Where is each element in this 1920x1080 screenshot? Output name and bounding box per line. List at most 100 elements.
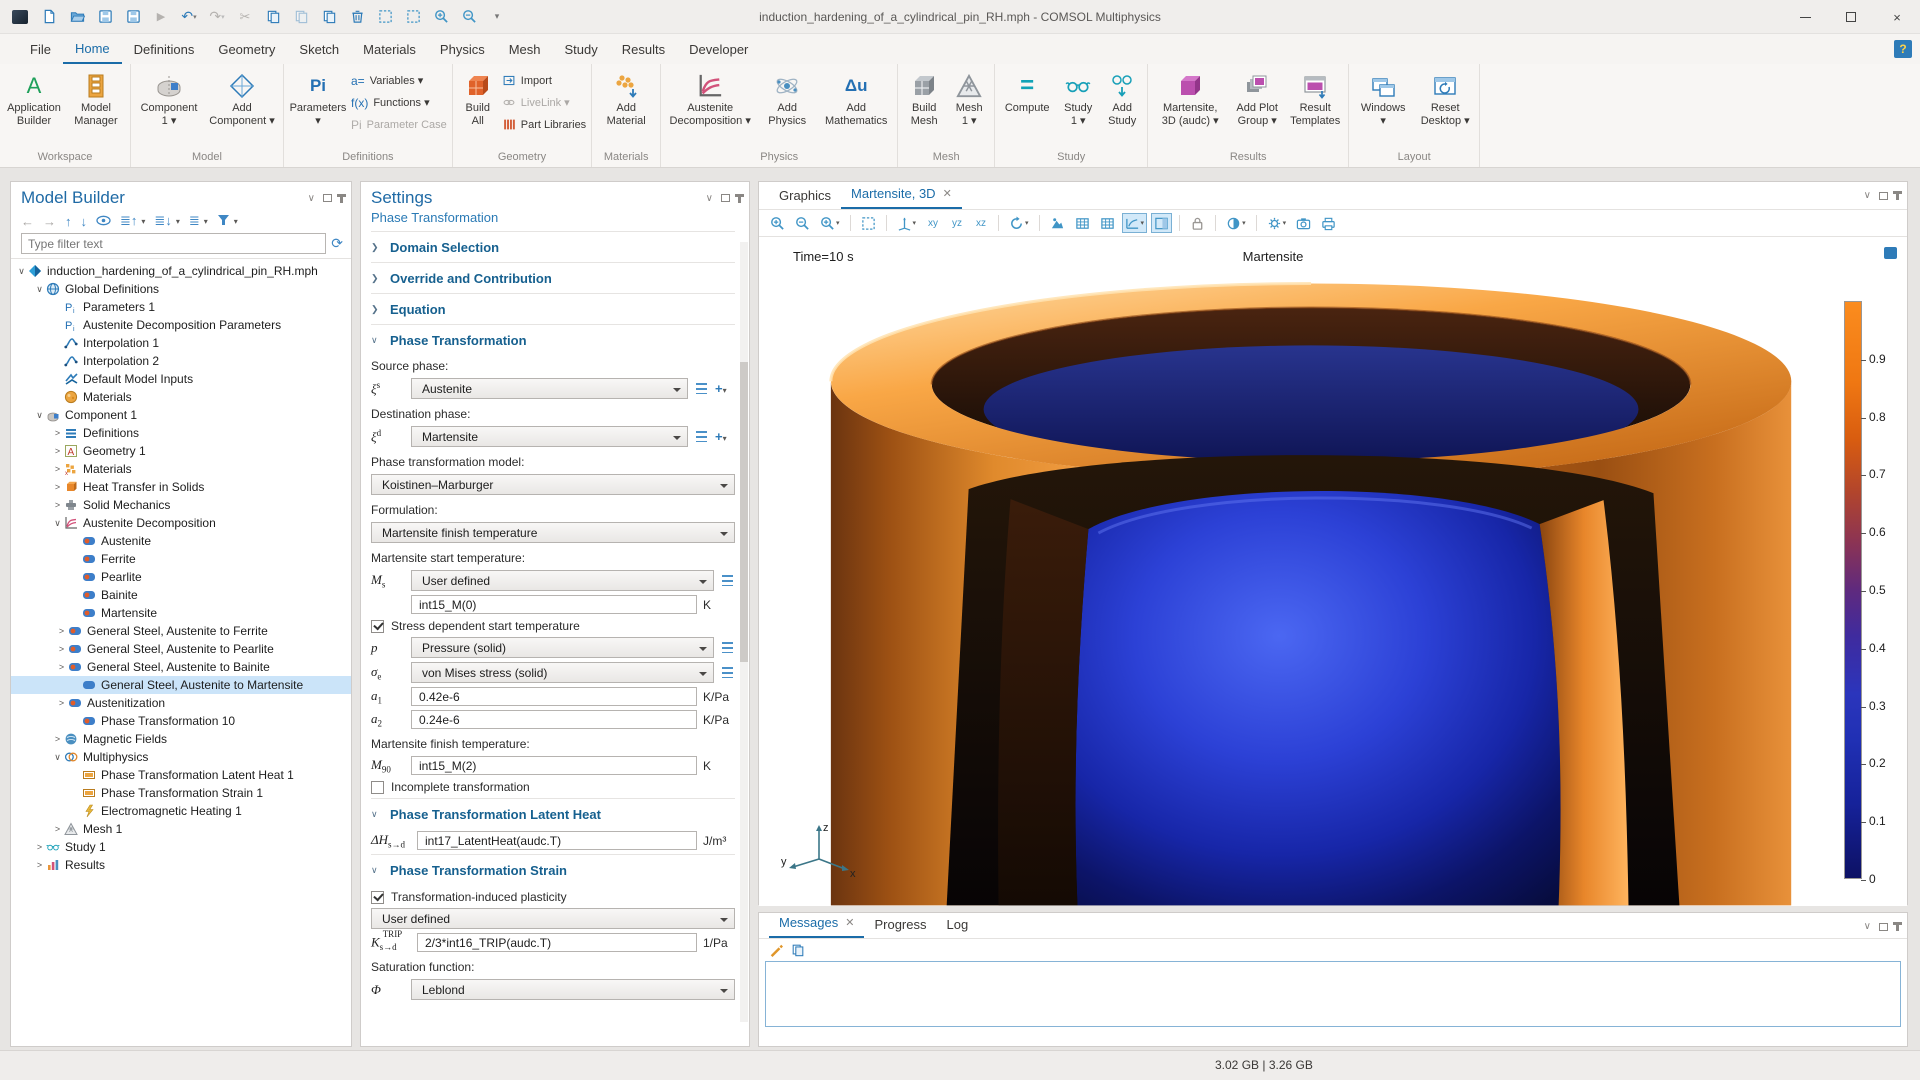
expand-icon[interactable]: ≣↓ (154, 213, 171, 229)
tree-filter-input[interactable] (21, 233, 326, 254)
tab-progress[interactable]: Progress (864, 912, 936, 938)
menu-physics[interactable]: Physics (428, 34, 497, 64)
tree-item[interactable]: >General Steel, Austenite to Ferrite (11, 622, 351, 640)
zoom-out-icon[interactable] (792, 213, 813, 233)
tree-item-root[interactable]: ∨induction_hardening_of_a_cylindrical_pi… (11, 262, 351, 280)
go-to-source-icon[interactable] (694, 382, 709, 395)
copy-messages-icon[interactable] (791, 943, 805, 957)
tree-item[interactable]: >Mesh 1 (11, 820, 351, 838)
float-panel-icon[interactable] (1879, 923, 1888, 931)
paste-icon[interactable] (290, 7, 312, 27)
tab-graphics[interactable]: Graphics (769, 183, 841, 209)
grid-icon[interactable] (1097, 213, 1118, 233)
tree-item[interactable]: >Results (11, 856, 351, 874)
float-panel-icon[interactable] (323, 194, 332, 202)
node-order-icon[interactable]: ≣ (189, 213, 200, 229)
zoom-in-icon[interactable] (767, 213, 788, 233)
add-material-button[interactable]: AddMaterial (595, 66, 657, 128)
tab-messages[interactable]: Messages✕ (769, 910, 864, 938)
legend-toggle-icon[interactable] (1884, 247, 1897, 259)
tree-item[interactable]: >Austenitization (11, 694, 351, 712)
reset-desktop-button[interactable]: ResetDesktop ▾ (1414, 66, 1476, 128)
menu-materials[interactable]: Materials (351, 34, 428, 64)
tree-item[interactable]: ∨Component 1 (11, 406, 351, 424)
model-manager-button[interactable]: ModelManager (65, 66, 127, 128)
tree-item[interactable]: >General Steel, Austenite to Pearlite (11, 640, 351, 658)
pressure-select[interactable]: Pressure (solid) (411, 637, 714, 658)
cut-icon[interactable]: ✂ (234, 7, 256, 27)
menu-study[interactable]: Study (553, 34, 610, 64)
screenshot-icon[interactable] (1293, 213, 1314, 233)
variables-button[interactable]: a=Variables ▾ (351, 71, 447, 90)
build-mesh-button[interactable]: BuildMesh (901, 66, 947, 128)
compute-button[interactable]: = Compute (998, 66, 1056, 115)
messages-content[interactable] (765, 961, 1901, 1027)
add-study-button[interactable]: AddStudy (1100, 66, 1144, 128)
view-xy-icon[interactable]: xy (923, 213, 943, 233)
transformation-model-select[interactable]: Koistinen–Marburger (371, 474, 735, 495)
mesh-1-button[interactable]: Mesh1 ▾ (947, 66, 991, 128)
refresh-icon[interactable]: ⟳ (331, 235, 343, 252)
tab-log[interactable]: Log (937, 912, 979, 938)
plot-settings-icon[interactable]: ▾ (1122, 213, 1148, 233)
destination-phase-select[interactable]: Martensite (411, 426, 688, 447)
a1-input[interactable]: 0.42e-6 (411, 687, 697, 706)
move-up-icon[interactable]: ↑ (65, 214, 72, 229)
collapse-icon[interactable]: ≣↑ (120, 213, 137, 229)
close-tab-icon[interactable]: ✕ (845, 916, 854, 929)
menu-file[interactable]: File (18, 34, 63, 64)
section-phase-transformation[interactable]: ∨Phase Transformation (371, 324, 735, 355)
panel-menu-icon[interactable]: ∨ (1864, 190, 1871, 201)
menu-definitions[interactable]: Definitions (122, 34, 207, 64)
print-icon[interactable] (1318, 213, 1339, 233)
pressure-link-icon[interactable] (720, 641, 735, 654)
tree-item[interactable]: Phase Transformation Latent Heat 1 (11, 766, 351, 784)
close-button[interactable]: × (1874, 0, 1920, 34)
tree-item[interactable]: ∨Global Definitions (11, 280, 351, 298)
import-button[interactable]: Import (502, 71, 586, 90)
tab-martensite-3d[interactable]: Martensite, 3D✕ (841, 181, 962, 209)
m90-input[interactable]: int15_M(2) (411, 756, 697, 775)
martensite-3d-button[interactable]: Martensite,3D (audc) ▾ (1151, 66, 1229, 128)
tree-item[interactable]: ∨Multiphysics (11, 748, 351, 766)
add-mathematics-button[interactable]: Δu AddMathematics (818, 66, 894, 128)
toolbar-more-icon[interactable]: ▾ (486, 7, 508, 27)
stress-dependent-checkbox-row[interactable]: Stress dependent start temperature (371, 619, 735, 633)
split-view-icon[interactable] (1151, 213, 1172, 233)
saturation-select[interactable]: Leblond (411, 979, 735, 1000)
menu-mesh[interactable]: Mesh (497, 34, 553, 64)
pin-panel-icon[interactable] (1896, 922, 1899, 931)
float-panel-icon[interactable] (721, 194, 730, 202)
tree-item[interactable]: >Magnetic Fields (11, 730, 351, 748)
functions-button[interactable]: f(x)Functions ▾ (351, 93, 447, 112)
section-override[interactable]: ❯Override and Contribution (371, 262, 735, 293)
trip-combo-select[interactable]: User defined (371, 908, 735, 929)
latent-heat-input[interactable]: int17_LatentHeat(audc.T) (417, 831, 697, 850)
formulation-select[interactable]: Martensite finish temperature (371, 522, 735, 543)
tree-item[interactable]: Parameters 1 (11, 298, 351, 316)
add-component-button[interactable]: AddComponent ▾ (204, 66, 280, 128)
source-phase-select[interactable]: Austenite (411, 378, 688, 399)
checkbox-checked-icon[interactable] (371, 620, 384, 633)
tree-item[interactable]: Austenite Decomposition Parameters (11, 316, 351, 334)
incomplete-transformation-checkbox-row[interactable]: Incomplete transformation (371, 780, 735, 794)
tree-item[interactable]: ∨Austenite Decomposition (11, 514, 351, 532)
color-theme-icon[interactable]: ▾ (1223, 213, 1249, 233)
menu-home[interactable]: Home (63, 34, 122, 64)
result-templates-button[interactable]: ResultTemplates (1285, 66, 1345, 128)
maximize-button[interactable] (1828, 0, 1874, 34)
scene-rotate-icon[interactable]: ▾ (1006, 213, 1032, 233)
zoom-selected-icon[interactable] (430, 7, 452, 27)
move-down-icon[interactable]: ↓ (81, 214, 88, 229)
add-phase-icon[interactable]: +▾ (715, 429, 735, 444)
component-1-button[interactable]: Component1 ▾ (134, 66, 204, 128)
settings-scrollbar[interactable] (740, 242, 748, 1022)
zoom-extents-icon[interactable]: ▾ (817, 213, 843, 233)
plot-data-table-icon[interactable] (1072, 213, 1093, 233)
search-icon[interactable] (458, 7, 480, 27)
panel-menu-icon[interactable]: ∨ (1864, 921, 1871, 932)
pin-panel-icon[interactable] (340, 194, 343, 203)
new-file-icon[interactable] (38, 7, 60, 27)
ms-combo-select[interactable]: User defined (411, 570, 714, 591)
zoom-box-icon[interactable] (858, 213, 879, 233)
